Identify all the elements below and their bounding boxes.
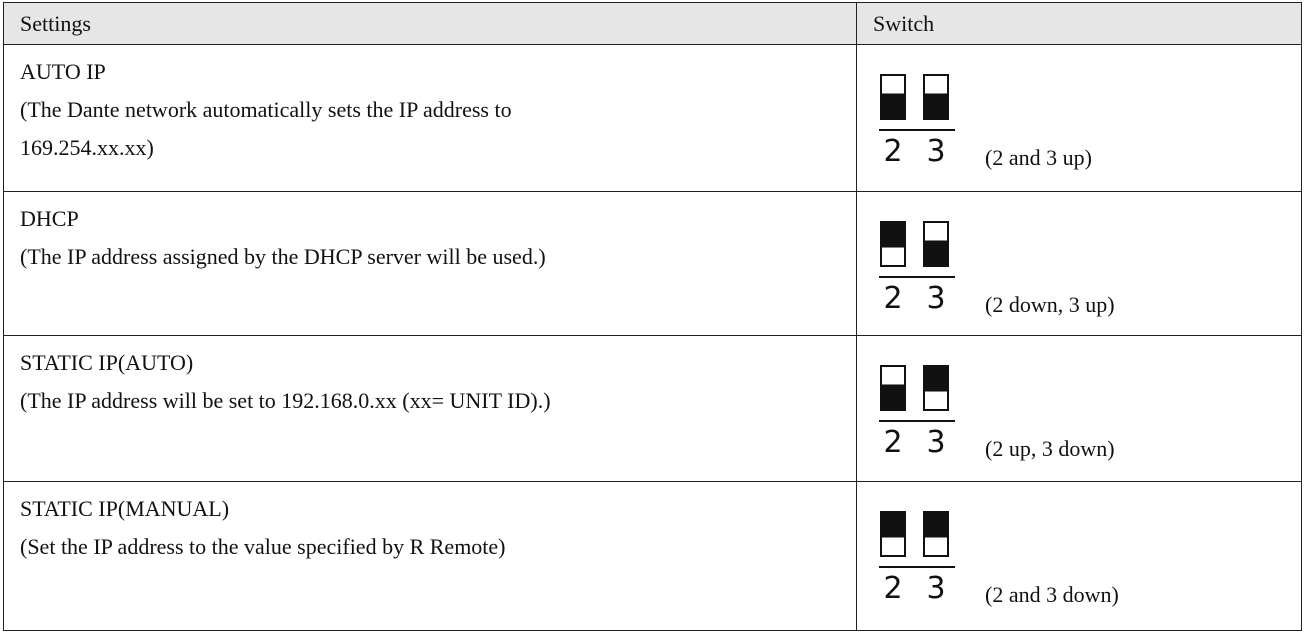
dip-switch-graphic: 23 (879, 221, 955, 316)
switch-number-label: 3 (926, 425, 945, 460)
setting-description: (The IP address will be set to 192.168.0… (20, 388, 551, 413)
switch-caption: (2 and 3 up) (985, 145, 1092, 170)
settings-cell: AUTO IP (The Dante network automatically… (3, 44, 857, 192)
header-settings: Settings (3, 2, 857, 45)
setting-title: DHCP (20, 206, 79, 231)
switch-number-label: 3 (926, 281, 945, 316)
switch-actuator-up (881, 384, 905, 410)
switch-actuator-down (924, 512, 948, 538)
switch-cell: 23 (2 and 3 up) (856, 44, 1302, 192)
table-row: STATIC IP(AUTO) (The IP address will be … (3, 335, 1302, 482)
settings-cell: STATIC IP(AUTO) (The IP address will be … (3, 335, 857, 482)
dip-switch-graphic: 23 (879, 511, 955, 606)
table-header-row: Settings Switch (3, 2, 1302, 45)
dip-switch-3 (923, 221, 949, 267)
switch-caption: (2 up, 3 down) (985, 436, 1115, 461)
setting-title: AUTO IP (20, 59, 106, 84)
switch-actuator-up (881, 93, 905, 119)
switch-number-label: 2 (883, 571, 902, 606)
switch-actuator-up (924, 93, 948, 119)
dip-switch-graphic: 23 (879, 365, 955, 460)
dip-switch-diagram: 23 (2 and 3 up) (879, 69, 1299, 179)
table-row: AUTO IP (The Dante network automatically… (3, 44, 1302, 192)
switch-actuator-down (924, 366, 948, 392)
switch-actuator-down (881, 512, 905, 538)
switch-caption: (2 and 3 down) (985, 582, 1119, 607)
switch-actuator-down (881, 222, 905, 248)
settings-cell: STATIC IP(MANUAL) (Set the IP address to… (3, 481, 857, 631)
dip-switch-diagram: 23 (2 down, 3 up) (879, 216, 1299, 326)
setting-description: 169.254.xx.xx) (20, 135, 154, 160)
switch-number-label: 3 (926, 571, 945, 606)
setting-description: (The IP address assigned by the DHCP ser… (20, 244, 546, 269)
settings-cell: DHCP (The IP address assigned by the DHC… (3, 191, 857, 336)
switch-number-label: 2 (883, 425, 902, 460)
switch-cell: 23 (2 down, 3 up) (856, 191, 1302, 336)
dip-switch-2 (880, 221, 906, 267)
table-row: DHCP (The IP address assigned by the DHC… (3, 191, 1302, 336)
dip-switch-3 (923, 74, 949, 120)
switch-number-label: 3 (926, 134, 945, 169)
switch-number-label: 2 (883, 134, 902, 169)
dip-switch-3 (923, 365, 949, 411)
dip-switch-diagram: 23 (2 and 3 down) (879, 506, 1299, 616)
switch-caption: (2 down, 3 up) (985, 292, 1115, 317)
dip-switch-graphic: 23 (879, 74, 955, 169)
table-row: STATIC IP(MANUAL) (Set the IP address to… (3, 481, 1302, 631)
dip-switch-2 (880, 74, 906, 120)
switch-actuator-up (924, 240, 948, 266)
setting-description: (Set the IP address to the value specifi… (20, 534, 506, 559)
setting-title: STATIC IP(MANUAL) (20, 496, 230, 521)
setting-title: STATIC IP(AUTO) (20, 350, 194, 375)
switch-number-label: 2 (883, 281, 902, 316)
dip-switch-2 (880, 365, 906, 411)
dip-switch-3 (923, 511, 949, 557)
settings-table: Settings Switch AUTO IP (The Dante netwo… (3, 2, 1302, 631)
switch-cell: 23 (2 up, 3 down) (856, 335, 1302, 482)
switch-cell: 23 (2 and 3 down) (856, 481, 1302, 631)
dip-switch-diagram: 23 (2 up, 3 down) (879, 360, 1299, 470)
setting-description: (The Dante network automatically sets th… (20, 97, 512, 122)
dip-switch-2 (880, 511, 906, 557)
header-switch: Switch (856, 2, 1302, 45)
